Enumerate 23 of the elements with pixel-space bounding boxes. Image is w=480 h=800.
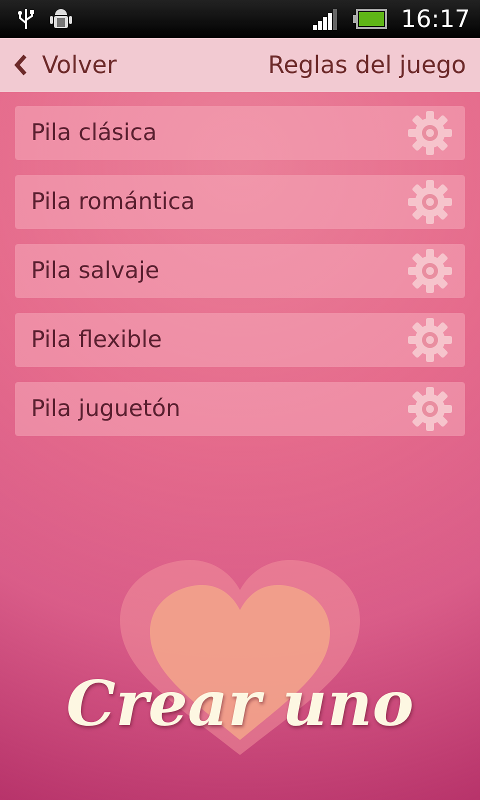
pile-label: Pila flexible bbox=[31, 327, 162, 353]
chevron-left-icon bbox=[14, 54, 28, 76]
pile-item[interactable]: Pila romántica bbox=[15, 175, 465, 229]
pile-item[interactable]: Pila clásica bbox=[15, 106, 465, 160]
pile-label: Pila juguetón bbox=[31, 396, 181, 422]
settings-icon[interactable] bbox=[407, 248, 453, 294]
clock: 16:17 bbox=[400, 5, 470, 33]
pile-label: Pila romántica bbox=[31, 189, 195, 215]
signal-icon bbox=[312, 8, 339, 30]
battery-icon bbox=[352, 9, 387, 29]
create-button[interactable]: Crear uno bbox=[66, 667, 414, 740]
settings-icon[interactable] bbox=[407, 317, 453, 363]
settings-icon[interactable] bbox=[407, 386, 453, 432]
settings-icon[interactable] bbox=[407, 179, 453, 225]
pile-label: Pila clásica bbox=[31, 120, 157, 146]
pile-label: Pila salvaje bbox=[31, 258, 160, 284]
screen-title: Reglas del juego bbox=[268, 51, 466, 79]
pile-item[interactable]: Pila salvaje bbox=[15, 244, 465, 298]
pile-item[interactable]: Pila flexible bbox=[15, 313, 465, 367]
back-button[interactable]: Volver bbox=[14, 51, 117, 79]
settings-icon[interactable] bbox=[407, 110, 453, 156]
pile-item[interactable]: Pila juguetón bbox=[15, 382, 465, 436]
usb-icon bbox=[16, 7, 36, 31]
